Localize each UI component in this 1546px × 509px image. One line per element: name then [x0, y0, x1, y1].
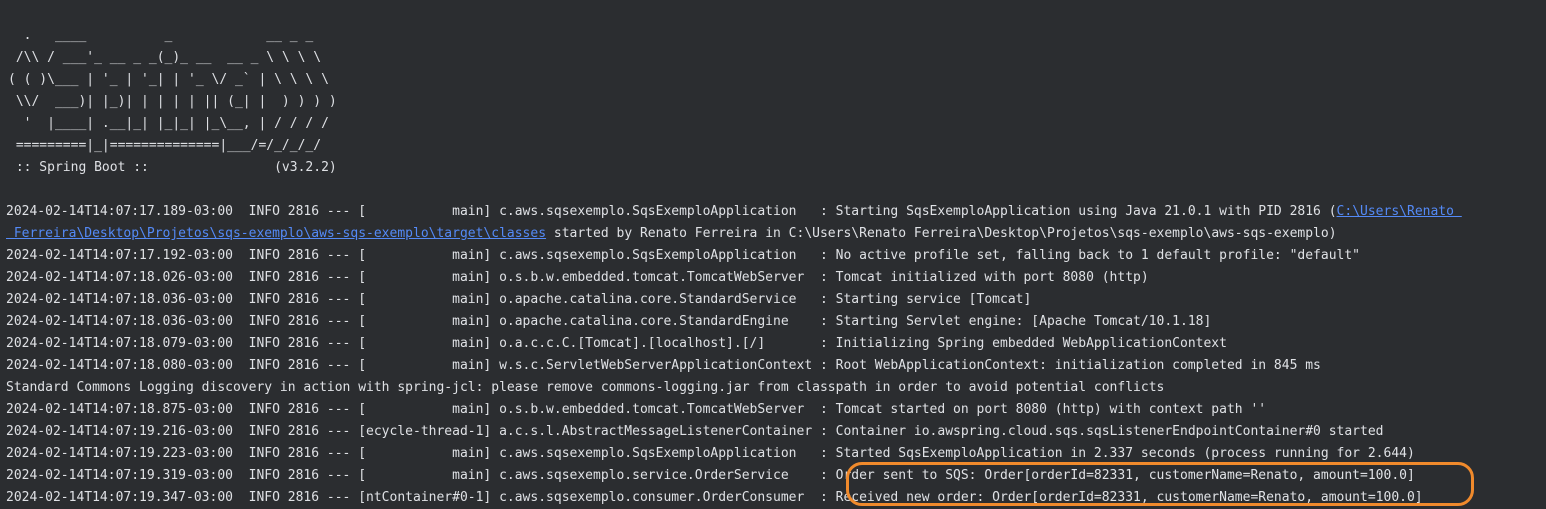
log-line: 2024-02-14T14:07:18.036-03:00 INFO 2816 … — [6, 314, 1212, 329]
log-line: 2024-02-14T14:07:18.875-03:00 INFO 2816 … — [6, 402, 1267, 417]
banner-line: /\\ / ___'_ __ _ _(_)_ __ __ _ \ \ \ \ — [8, 50, 322, 65]
log-line: 2024-02-14T14:07:19.223-03:00 INFO 2816 … — [6, 446, 1415, 461]
banner-line: =========|_|==============|___/=/_/_/_/ — [8, 138, 322, 153]
log-line: 2024-02-14T14:07:17.192-03:00 INFO 2816 … — [6, 248, 1361, 263]
log-line: 2024-02-14T14:07:17.189-03:00 INFO 2816 … — [6, 201, 1462, 223]
log-line: 2024-02-14T14:07:18.079-03:00 INFO 2816 … — [6, 336, 1227, 351]
banner-line: :: Spring Boot :: (v3.2.2) — [8, 160, 337, 175]
log-line-order-received: 2024-02-14T14:07:19.347-03:00 INFO 2816 … — [6, 490, 1423, 505]
log-line: 2024-02-14T14:07:18.080-03:00 INFO 2816 … — [6, 358, 1321, 373]
classpath-link[interactable]: C:\Users\Renato — [1337, 204, 1462, 219]
classpath-link[interactable]: Ferreira\Desktop\Projetos\sqs-exemplo\aw… — [6, 226, 546, 241]
banner-line: \\/ ___)| |_)| | | | | || (_| | ) ) ) ) — [8, 94, 337, 109]
run-console[interactable]: . ____ _ __ _ _ /\\ / ___'_ __ _ _(_)_ _… — [0, 0, 1546, 509]
log-line: Ferreira\Desktop\Projetos\sqs-exemplo\aw… — [6, 223, 1337, 245]
banner-line: . ____ _ __ _ _ — [8, 28, 314, 43]
log-line-order-sent: 2024-02-14T14:07:19.319-03:00 INFO 2816 … — [6, 468, 1415, 483]
log-text: started by Renato Ferreira in C:\Users\R… — [546, 226, 1337, 241]
log-text: 2024-02-14T14:07:17.189-03:00 INFO 2816 … — [6, 204, 1337, 219]
log-line: 2024-02-14T14:07:18.036-03:00 INFO 2816 … — [6, 292, 1032, 307]
banner-line: ( ( )\___ | '_ | '_| | '_ \/ _` | \ \ \ … — [8, 72, 329, 87]
log-line: 2024-02-14T14:07:19.216-03:00 INFO 2816 … — [6, 424, 1384, 439]
log-line: 2024-02-14T14:07:18.026-03:00 INFO 2816 … — [6, 270, 1149, 285]
banner-line: ' |____| .__|_| |_|_| |_\__, | / / / / — [8, 116, 329, 131]
log-line: Standard Commons Logging discovery in ac… — [6, 380, 1165, 395]
